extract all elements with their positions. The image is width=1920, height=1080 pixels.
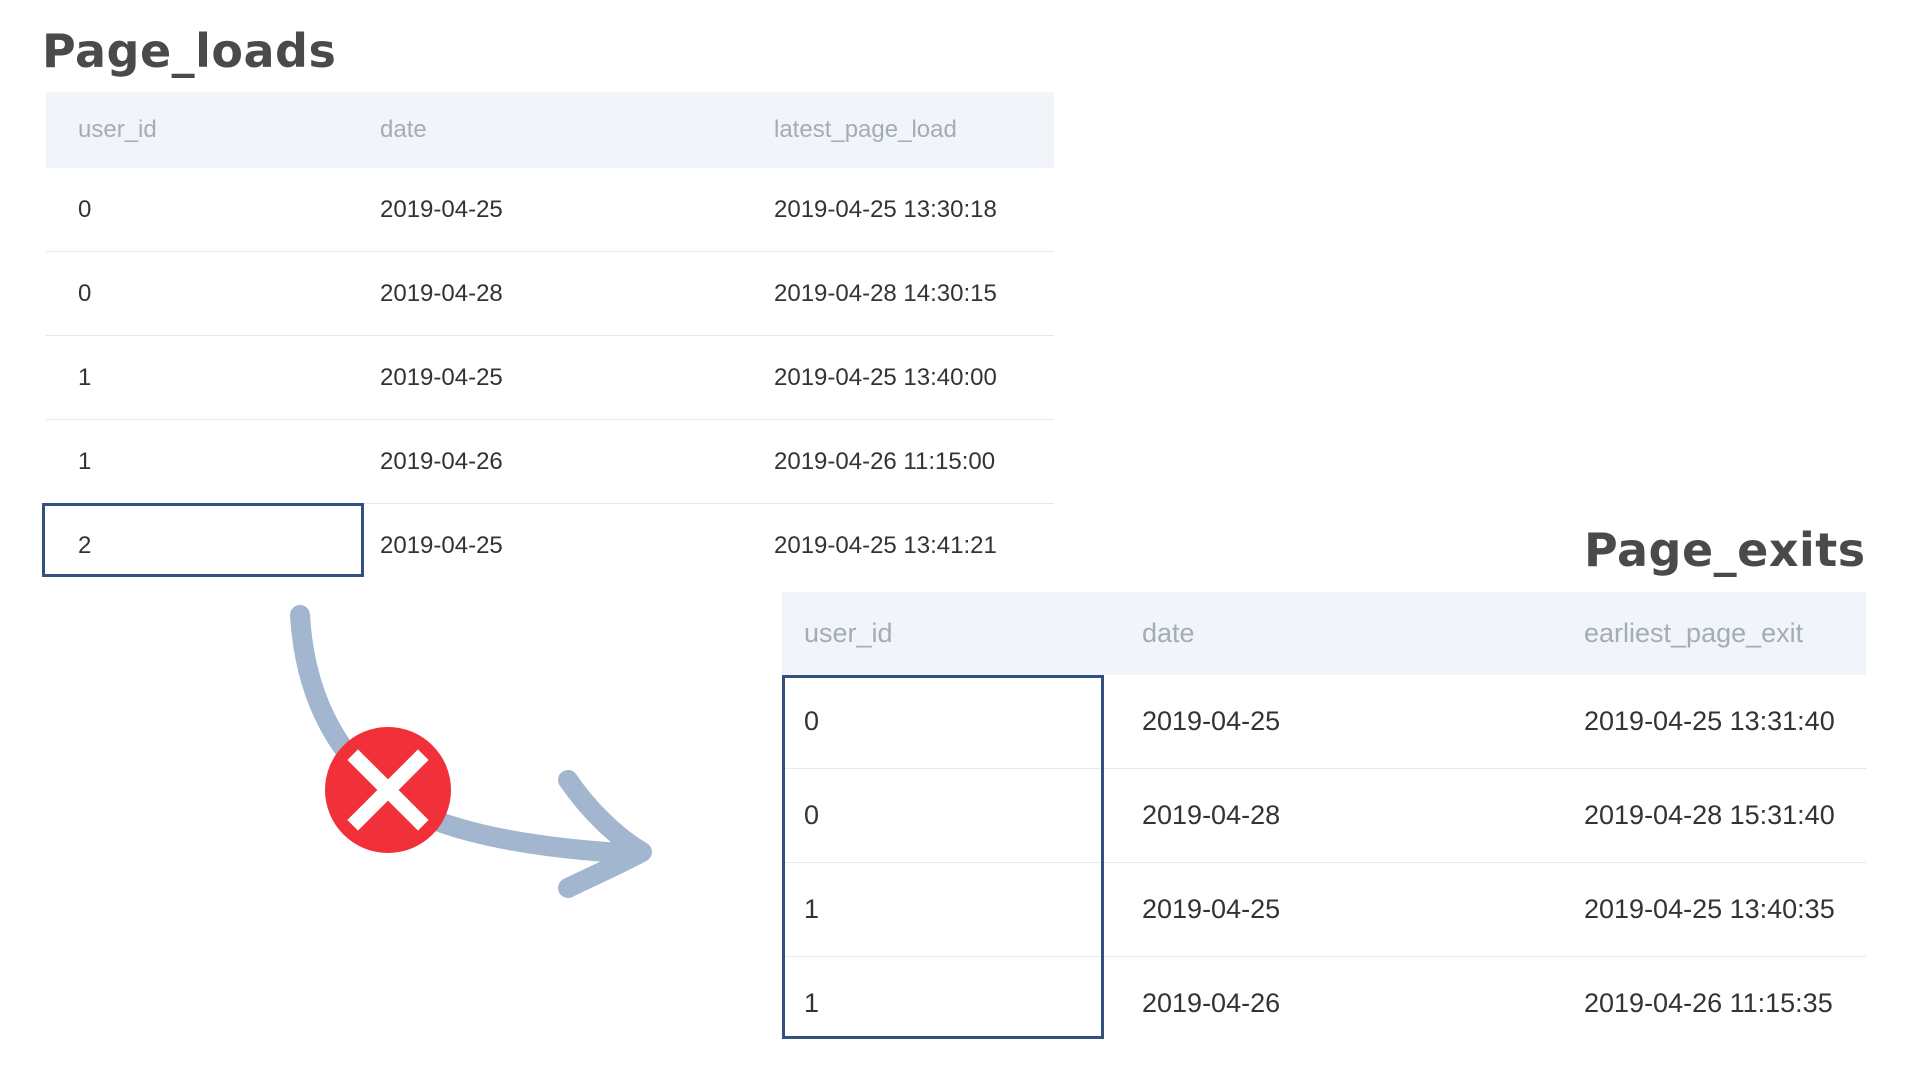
cell-date: 2019-04-28 <box>1120 768 1562 863</box>
cell-earliest-page-exit: 2019-04-25 13:31:40 <box>1562 675 1866 769</box>
cell-user-id: 0 <box>782 768 1120 863</box>
cell-earliest-page-exit: 2019-04-26 11:15:35 <box>1584 988 1833 1018</box>
column-header-user-id: user_id <box>804 618 893 648</box>
page-exits-title: Page_exits <box>1584 523 1866 577</box>
x-circle-icon <box>325 727 451 853</box>
column-header-earliest-page-exit: earliest_page_exit <box>1584 618 1804 648</box>
diagram-canvas: Page_loads user_id date latest_page_load… <box>0 0 1920 1080</box>
arrow-head-icon <box>558 770 652 898</box>
cell-date: 2019-04-25 <box>1120 675 1562 769</box>
table-row: 1 2019-04-26 2019-04-26 11:15:35 <box>782 957 1866 1051</box>
table-row: 0 2019-04-28 2019-04-28 15:31:40 <box>782 768 1866 863</box>
table-row: 1 2019-04-25 2019-04-25 13:40:35 <box>782 862 1866 957</box>
table-row: 0 2019-04-25 2019-04-25 13:31:40 <box>782 675 1866 769</box>
cell-user-id: 0 <box>782 675 1120 769</box>
cell-earliest-page-exit: 2019-04-25 13:40:35 <box>1562 862 1866 957</box>
page-exits-table: user_id date earliest_page_exit 0 2019-0… <box>782 592 1866 1050</box>
column-header-date: date <box>1142 618 1195 648</box>
cell-user-id: 1 <box>804 988 820 1018</box>
table-header-row: user_id date earliest_page_exit <box>782 592 1866 675</box>
cell-earliest-page-exit: 2019-04-28 15:31:40 <box>1562 768 1866 863</box>
cell-date: 2019-04-25 <box>1120 862 1562 957</box>
cell-user-id: 1 <box>782 862 1120 957</box>
cell-date: 2019-04-26 <box>1142 988 1281 1018</box>
